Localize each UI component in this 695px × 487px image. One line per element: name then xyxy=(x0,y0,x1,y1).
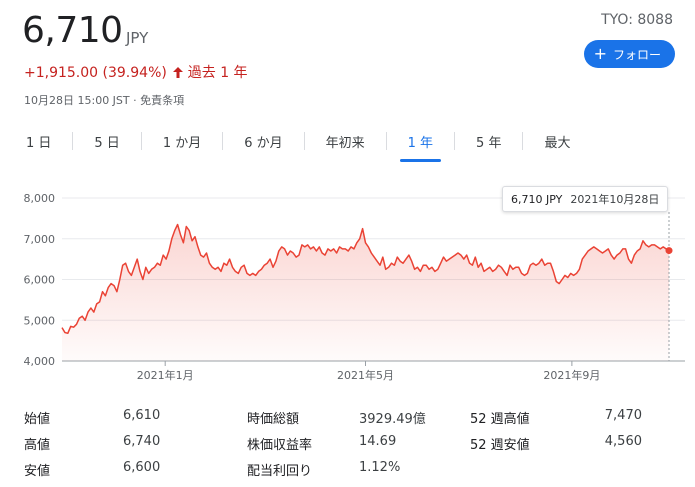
stat-value: 14.69 xyxy=(359,433,397,449)
timestamp-disclaimer[interactable]: 10月28日 15:00 JST · 免責条項 xyxy=(24,92,184,108)
tab-1y[interactable]: 1 年 xyxy=(399,125,442,162)
change-value: +1,915.00 (39.94%) xyxy=(24,65,167,81)
stat-label: 始値 xyxy=(24,411,51,427)
tab-6m[interactable]: 6 か月 xyxy=(236,125,290,157)
stat-label: 52 週安値 xyxy=(470,437,530,453)
stat-value: 4,560 xyxy=(604,433,642,449)
stat-label: 高値 xyxy=(24,437,51,453)
stat-value: 6,600 xyxy=(123,459,161,475)
currency-label: JPY xyxy=(126,29,149,47)
stat-value: 7,470 xyxy=(604,407,642,423)
follow-label: フォロー xyxy=(612,47,661,62)
stats-table: 始値 6,610 時価総額 3929.49億 52 週高値 7,470 高値 6,740… xyxy=(24,404,670,482)
tab-max[interactable]: 最大 xyxy=(536,125,578,157)
tab-divider xyxy=(522,132,524,150)
ticker-symbol: TYO: 8088 xyxy=(601,12,673,28)
stat-label: 時価総額 xyxy=(247,411,300,427)
current-price: 6,710 xyxy=(22,10,123,51)
chart-tooltip: 6,710 JPY 2021年10月28日 xyxy=(502,186,669,212)
y-tick-label: 7,000 xyxy=(24,233,56,246)
price-area-fill xyxy=(62,224,669,361)
range-tabs: 1 日 5 日 1 か月 6 か月 年初来 1 年 5 年 最大 xyxy=(18,125,578,162)
y-tick-label: 5,000 xyxy=(24,314,56,327)
tab-divider xyxy=(454,132,456,150)
arrow-up-icon xyxy=(173,65,184,81)
price-chart[interactable]: 8,000 7,000 6,000 5,000 4,000 2021年1月 2021年5月… xyxy=(0,180,695,395)
y-tick-label: 4,000 xyxy=(24,355,56,368)
stats-row: 高値 6,740 株価収益率 14.69 52 週安値 4,560 xyxy=(24,430,670,456)
tab-1d[interactable]: 1 日 xyxy=(18,125,59,157)
tab-divider xyxy=(72,132,74,150)
stat-value: 1.12% xyxy=(359,459,401,475)
tab-5y[interactable]: 5 年 xyxy=(468,125,509,157)
x-tick-label: 2021年9月 xyxy=(543,368,600,382)
tooltip-value: 6,710 JPY xyxy=(511,192,563,206)
tab-divider xyxy=(222,132,224,150)
price-change: +1,915.00 (39.94%) 過去 1 年 xyxy=(24,62,248,82)
y-tick-label: 8,000 xyxy=(24,192,56,205)
stat-label: 安値 xyxy=(24,463,51,479)
tooltip-date: 2021年10月28日 xyxy=(570,193,660,206)
tab-divider xyxy=(303,132,305,150)
current-point xyxy=(665,247,673,255)
tab-divider xyxy=(140,132,142,150)
tab-5d[interactable]: 5 日 xyxy=(86,125,127,157)
x-tick-label: 2021年1月 xyxy=(137,368,194,382)
x-tick-label: 2021年5月 xyxy=(337,368,394,382)
follow-button[interactable]: + フォロー xyxy=(583,40,675,68)
tab-1m[interactable]: 1 か月 xyxy=(155,125,209,157)
tab-ytd[interactable]: 年初来 xyxy=(318,125,373,157)
plus-icon: + xyxy=(593,44,607,63)
y-tick-label: 6,000 xyxy=(24,274,56,287)
stats-row: 安値 6,600 配当利回り 1.12% xyxy=(24,456,670,482)
change-period: 過去 1 年 xyxy=(187,65,248,81)
stat-value: 6,740 xyxy=(123,433,161,449)
tab-divider xyxy=(385,132,387,150)
stat-label: 配当利回り xyxy=(247,463,313,479)
stat-label: 株価収益率 xyxy=(247,437,313,453)
stats-row: 始値 6,610 時価総額 3929.49億 52 週高値 7,470 xyxy=(24,404,670,430)
stat-label: 52 週高値 xyxy=(470,411,530,427)
stat-value: 3929.49億 xyxy=(359,411,426,427)
stat-value: 6,610 xyxy=(123,407,161,423)
